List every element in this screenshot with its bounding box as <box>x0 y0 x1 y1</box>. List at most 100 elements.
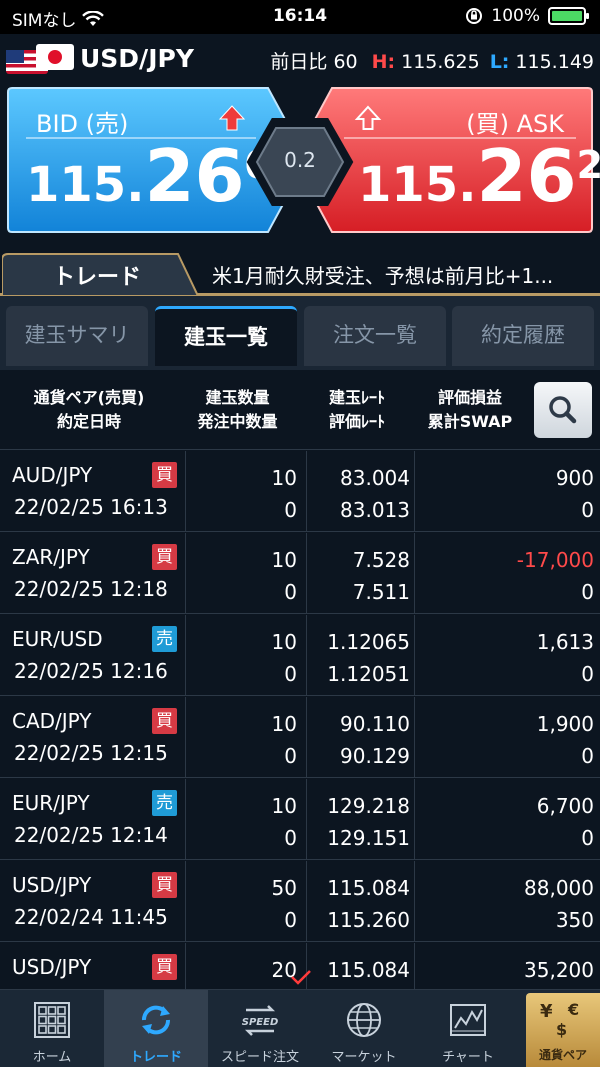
nav-currency-pair[interactable]: ¥ € $ 通貨ペア <box>526 993 600 1067</box>
row-pair: ZAR/JPY <box>12 545 90 569</box>
row-side-badge: 売 <box>152 626 177 652</box>
row-eval-rate: 7.511 <box>352 580 410 604</box>
change-value: 60 <box>333 51 358 73</box>
position-row[interactable]: AUD/JPY 買 22/02/25 16:13 10 0 83.004 83.013 900… <box>0 451 600 532</box>
row-quantity: 10 <box>271 794 297 818</box>
trade-tab-bar: トレード 米1月耐久財受注、予想は前月比+1... <box>0 250 600 296</box>
row-rate: 129.218 <box>327 794 410 818</box>
row-rate: 115.084 <box>327 876 410 900</box>
tab-position-summary[interactable]: 建玉サマリ <box>6 306 148 366</box>
row-eval-rate: 129.151 <box>327 826 410 850</box>
row-profit-loss: 35,200 <box>524 958 594 982</box>
row-swap: 0 <box>581 580 594 604</box>
ask-price: 115.262 <box>358 134 600 218</box>
row-profit-loss: 1,900 <box>536 712 594 736</box>
high-value: 115.625 <box>401 51 480 73</box>
row-rate: 7.528 <box>352 548 410 572</box>
spread-badge: 0.2 <box>245 118 355 206</box>
row-profit-loss: 6,700 <box>536 794 594 818</box>
row-profit-loss: 1,613 <box>536 630 594 654</box>
trade-refresh-icon <box>141 1005 171 1035</box>
daily-stats: 前日比 60 H: 115.625 L: 115.149 <box>270 47 594 74</box>
position-row[interactable]: ZAR/JPY 買 22/02/25 12:18 10 0 7.528 7.511 -17,0… <box>0 533 600 614</box>
search-button[interactable] <box>534 382 592 438</box>
row-swap: 0 <box>581 498 594 522</box>
row-profit-loss: -17,000 <box>516 548 594 572</box>
position-row[interactable]: USD/JPY 買 20 115.084 35,200 <box>0 943 600 989</box>
row-quantity: 50 <box>271 876 297 900</box>
spread-value: 0.2 <box>284 148 316 172</box>
row-pending-quantity: 0 <box>284 908 297 932</box>
nav-trade[interactable]: トレード <box>104 990 208 1067</box>
position-subtabs: 建玉サマリ 建玉一覧 注文一覧 約定履歴 <box>0 296 600 370</box>
row-swap: 350 <box>555 908 594 932</box>
status-bar: SIMなし 16:14 100% <box>0 0 600 34</box>
svg-text:¥: ¥ <box>540 1001 553 1022</box>
usd-jpy-flag-icon <box>6 42 74 78</box>
battery-percent: 100% <box>491 6 540 26</box>
bottom-nav: ホーム トレード SPEED スピード注文 マーケット チャート <box>0 989 600 1067</box>
up-arrow-icon <box>218 105 246 131</box>
row-profit-loss: 900 <box>555 466 594 490</box>
pair-title[interactable]: USD/JPY <box>80 44 194 73</box>
pair-header[interactable]: USD/JPY 前日比 60 H: 115.625 L: 115.149 <box>0 34 600 86</box>
row-date: 22/02/25 16:13 <box>14 495 168 519</box>
high-label: H: <box>371 51 396 73</box>
low-label: L: <box>489 51 510 73</box>
nav-speed-order[interactable]: SPEED スピード注文 <box>208 990 312 1067</box>
row-side-badge: 売 <box>152 790 177 816</box>
row-side-badge: 買 <box>152 544 177 570</box>
tab-execution-history[interactable]: 約定履歴 <box>452 306 594 366</box>
tab-position-list[interactable]: 建玉一覧 <box>155 306 297 366</box>
orientation-lock-icon <box>466 8 483 24</box>
nav-home-label: ホーム <box>32 1050 72 1065</box>
row-rate: 115.084 <box>327 958 410 982</box>
row-date: 22/02/25 12:14 <box>14 823 168 847</box>
nav-currency-pair-label: 通貨ペア <box>538 1048 587 1062</box>
row-swap: 0 <box>581 826 594 850</box>
row-pair: CAD/JPY <box>12 709 92 733</box>
row-quantity: 10 <box>271 466 297 490</box>
position-row[interactable]: EUR/JPY 売 22/02/25 12:14 10 0 129.218 129.151 6… <box>0 779 600 860</box>
chart-icon <box>450 1004 486 1036</box>
nav-trade-label: トレード <box>129 1050 182 1065</box>
check-mark-icon <box>291 970 311 985</box>
row-pending-quantity: 0 <box>284 826 297 850</box>
nav-market[interactable]: マーケット <box>312 990 416 1067</box>
news-ticker[interactable]: 米1月耐久財受注、予想は前月比+1... <box>212 260 597 289</box>
row-side-badge: 買 <box>152 462 177 488</box>
row-pair: EUR/JPY <box>12 791 90 815</box>
nav-home[interactable]: ホーム <box>0 990 104 1067</box>
row-rate: 1.12065 <box>327 630 410 654</box>
search-icon <box>549 396 577 424</box>
nav-market-label: マーケット <box>331 1050 397 1065</box>
row-pending-quantity: 0 <box>284 744 297 768</box>
row-side-badge: 買 <box>152 872 177 898</box>
row-pair: USD/JPY <box>12 955 92 979</box>
row-quantity: 10 <box>271 630 297 654</box>
position-row[interactable]: EUR/USD 売 22/02/25 12:16 10 0 1.12065 1.12051 1… <box>0 615 600 696</box>
bid-price: 115.260 <box>26 134 271 218</box>
low-value: 115.149 <box>515 51 594 73</box>
position-list: AUD/JPY 買 22/02/25 16:13 10 0 83.004 83.013 900… <box>0 451 600 989</box>
battery-icon <box>548 7 589 25</box>
trade-tab[interactable]: トレード <box>2 250 200 296</box>
position-row[interactable]: USD/JPY 買 22/02/24 11:45 50 0 115.084 115.260 8… <box>0 861 600 942</box>
up-arrow-outline-icon <box>354 105 382 130</box>
tab-order-list[interactable]: 注文一覧 <box>304 306 446 366</box>
row-pair: EUR/USD <box>12 627 103 651</box>
row-date: 22/02/24 11:45 <box>14 905 168 929</box>
row-swap: 0 <box>581 744 594 768</box>
nav-chart[interactable]: チャート <box>416 990 520 1067</box>
col-pair-date: 通貨ペア(売買) 約定日時 <box>33 388 145 431</box>
row-date: 22/02/25 12:16 <box>14 659 168 683</box>
speed-order-icon: SPEED <box>242 1005 278 1036</box>
row-eval-rate: 90.129 <box>340 744 410 768</box>
row-side-badge: 買 <box>152 708 177 734</box>
row-quantity: 10 <box>271 548 297 572</box>
row-eval-rate: 1.12051 <box>327 662 410 686</box>
market-globe-icon <box>347 1003 381 1037</box>
status-right: 100% <box>465 6 589 26</box>
position-row[interactable]: CAD/JPY 買 22/02/25 12:15 10 0 90.110 90.129 1,9… <box>0 697 600 778</box>
table-header: 通貨ペア(売買) 約定日時 建玉数量 発注中数量 建玉ﾚｰﾄ 評価ﾚｰﾄ 評価損益 累計… <box>0 370 600 450</box>
